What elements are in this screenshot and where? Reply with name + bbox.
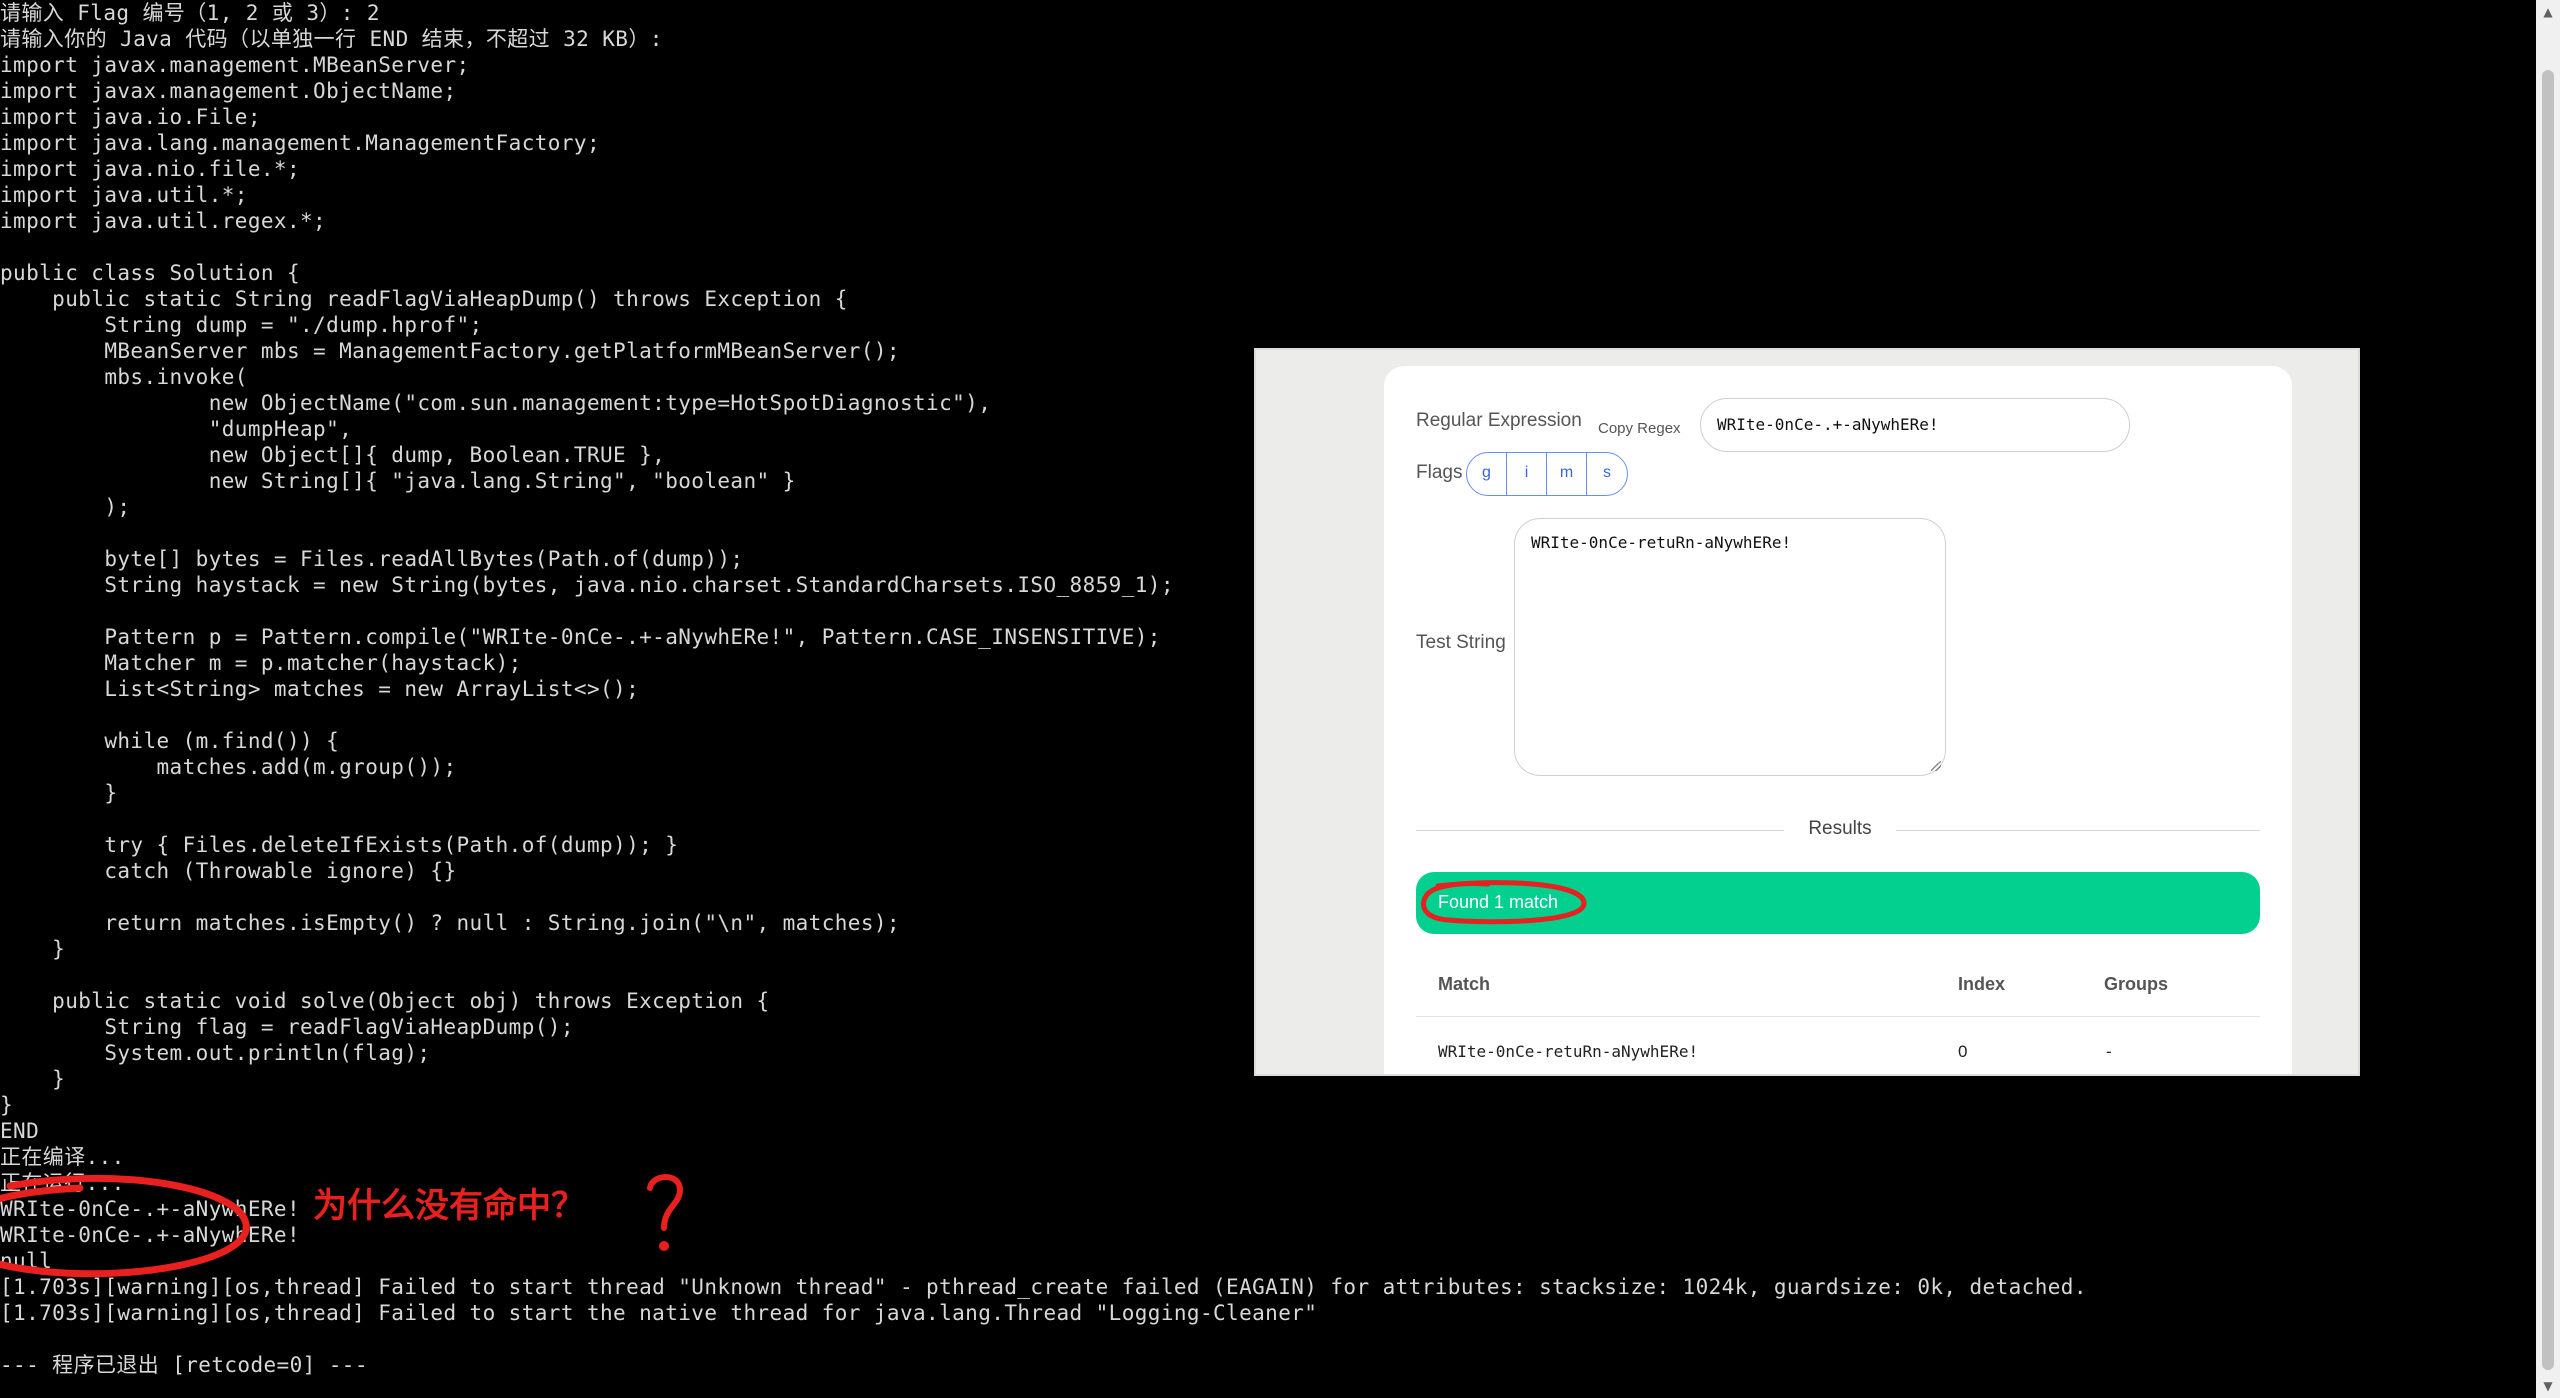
flag-m-button[interactable]: m — [1547, 453, 1587, 495]
regex-tester-screenshot: Regular Expression Copy Regex WRIte-0nCe… — [1254, 348, 2360, 1076]
table-cell-groups: - — [2106, 1042, 2112, 1061]
terminal-line: [1.703s][warning][os,thread] Failed to s… — [0, 1275, 2087, 1299]
terminal-line: import java.io.File; — [0, 105, 261, 129]
terminal-line: String dump = "./dump.hprof"; — [0, 313, 483, 337]
terminal-line: null — [0, 1249, 53, 1273]
resize-grip-icon[interactable] — [1931, 761, 1941, 771]
flags-label: Flags — [1416, 462, 1463, 483]
flag-s-button[interactable]: s — [1587, 453, 1627, 495]
table-header-groups: Groups — [2104, 974, 2169, 994]
terminal-line: --- 程序已退出 [retcode=0] --- — [0, 1353, 368, 1377]
results-divider — [1896, 830, 2260, 831]
results-divider — [1416, 830, 1784, 831]
regex-label: Regular Expression — [1416, 410, 1582, 431]
flags-toggle-group: g i m s — [1466, 452, 1628, 496]
scroll-down-arrow-icon[interactable]: ▼ — [2536, 1374, 2560, 1398]
annotation-question-text: 为什么没有命中？ — [313, 1186, 585, 1226]
table-divider — [1416, 1016, 2260, 1017]
regex-tester-card: Regular Expression Copy Regex WRIte-0nCe… — [1384, 366, 2292, 1074]
terminal-line: import java.nio.file.*; — [0, 157, 300, 181]
test-string-text: WRIte-0nCe-retuRn-aNywhERe! — [1531, 533, 1792, 552]
terminal-line: END — [0, 1119, 40, 1143]
terminal-line: 请输入 Flag 编号（1, 2 或 3）: 2 — [0, 1, 380, 25]
regex-input[interactable]: WRIte-0nCe-.+-aNywhERe! — [1700, 398, 2130, 452]
terminal-line: import javax.management.ObjectName; — [0, 79, 457, 103]
terminal-line: 正在编译... — [0, 1145, 125, 1169]
match-count-banner: Found 1 match — [1416, 872, 2260, 934]
terminal-line: import java.lang.management.ManagementFa… — [0, 131, 600, 155]
vertical-scrollbar[interactable]: ▲ ▼ — [2536, 0, 2560, 1398]
results-heading: Results — [1808, 818, 1872, 839]
test-string-label: Test String — [1416, 632, 1506, 653]
table-header-match: Match — [1438, 974, 1491, 994]
terminal-line: import javax.management.MBeanServer; — [0, 53, 470, 77]
flag-i-button[interactable]: i — [1507, 453, 1547, 495]
question-mark-icon — [647, 1174, 684, 1251]
table-cell-match: WRIte-0nCe-retuRn-aNywhERe! — [1438, 1042, 1699, 1061]
scrollbar-thumb[interactable] — [2542, 70, 2554, 1370]
terminal-line: } — [0, 1093, 14, 1117]
terminal-line: public static String readFlagViaHeapDump… — [0, 287, 848, 311]
match-count-text: Found 1 match — [1438, 892, 1559, 912]
table-header-index: Index — [1958, 974, 2006, 994]
table-cell-index: 0 — [1958, 1042, 1968, 1061]
scroll-up-arrow-icon[interactable]: ▲ — [2536, 0, 2560, 24]
terminal-line: [1.703s][warning][os,thread] Failed to s… — [0, 1301, 1318, 1325]
terminal-line: import java.util.*; — [0, 183, 248, 207]
terminal-line: 请输入你的 Java 代码（以单独一行 END 结束，不超过 32 KB）: — [0, 27, 663, 51]
flag-g-button[interactable]: g — [1467, 453, 1507, 495]
copy-regex-button[interactable]: Copy Regex — [1598, 420, 1681, 437]
terminal-line: public class Solution { — [0, 261, 300, 285]
terminal-line: import java.util.regex.*; — [0, 209, 327, 233]
test-string-textarea[interactable]: WRIte-0nCe-retuRn-aNywhERe! — [1514, 518, 1946, 776]
